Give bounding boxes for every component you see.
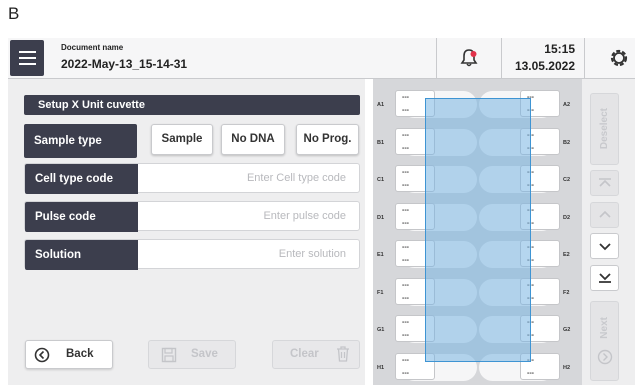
well-label-right: D2	[563, 214, 571, 221]
well-label-left: C1	[377, 177, 385, 183]
pulse-code-input[interactable]	[138, 202, 359, 230]
next-button[interactable]: Next	[590, 301, 619, 381]
solution-label: Solution	[25, 240, 138, 270]
pulse-code-label: Pulse code	[25, 202, 138, 232]
well-value: ---	[402, 257, 409, 264]
well-value: ---	[402, 169, 409, 176]
well-label-left: F1	[377, 289, 384, 296]
well-label-left: B1	[377, 139, 385, 146]
app-window: Document name 2022-May-13_15-14-31 15:15…	[8, 38, 635, 385]
clock-time: 15:15	[544, 42, 575, 56]
bell-icon[interactable]	[459, 48, 479, 68]
well-value: ---	[402, 244, 409, 251]
save-button[interactable]: Save	[148, 340, 236, 369]
chevron-down-bar-icon	[598, 273, 611, 283]
back-label: Back	[66, 348, 94, 360]
scroll-bottom-button[interactable]	[590, 265, 619, 291]
selection-highlight	[425, 98, 531, 362]
well-label-left: D1	[377, 214, 385, 221]
well-label-left: A1	[377, 102, 385, 108]
chevron-up-bar-icon	[598, 178, 611, 187]
menu-icon-line	[18, 51, 36, 53]
hamburger-menu-button[interactable]	[10, 40, 44, 76]
header-divider	[436, 38, 437, 79]
sample-option-button[interactable]: Sample	[151, 124, 213, 155]
well-value: ---	[527, 369, 534, 377]
scroll-up-button[interactable]	[590, 202, 619, 228]
no-dna-option-button[interactable]: No DNA	[221, 124, 285, 155]
plate-navigation: Deselect Next	[582, 79, 635, 385]
menu-icon-line	[18, 63, 36, 65]
well-value: ---	[402, 332, 409, 339]
panel-letter: B	[8, 4, 20, 23]
document-name: 2022-May-13_15-14-31	[61, 57, 188, 71]
scroll-top-button[interactable]	[590, 170, 619, 196]
cell-type-input[interactable]	[138, 164, 359, 192]
clear-button[interactable]: Clear	[272, 340, 360, 369]
header-divider	[501, 38, 502, 79]
trash-icon	[337, 346, 349, 362]
well-label-right: H2	[563, 364, 571, 371]
deselect-label: Deselect	[599, 108, 610, 150]
save-label: Save	[191, 348, 218, 360]
well-value: ---	[402, 356, 409, 364]
well-value: ---	[402, 131, 409, 139]
chevron-up-icon	[598, 210, 611, 218]
solution-input[interactable]	[138, 240, 359, 268]
form-title: Setup X Unit cuvette	[24, 95, 360, 115]
sample-type-row: Sample type Sample No DNA No Prog.	[24, 123, 360, 159]
solution-row: Solution	[24, 239, 360, 270]
next-label: Next	[599, 317, 610, 339]
well-label-right: A2	[563, 102, 571, 108]
back-button[interactable]: Back	[25, 340, 113, 369]
well-label-right: B2	[563, 139, 571, 146]
clear-label: Clear	[290, 348, 319, 360]
well-label-right: E2	[563, 252, 570, 258]
next-arrow-icon	[597, 349, 612, 365]
well-value: ---	[402, 144, 409, 152]
well-value: ---	[402, 319, 409, 326]
well-value: ---	[402, 369, 409, 377]
sample-type-label: Sample type	[24, 124, 137, 158]
cell-type-row: Cell type code	[24, 163, 360, 194]
well-label-left: G1	[377, 327, 385, 333]
deselect-button[interactable]: Deselect	[590, 93, 619, 165]
divider	[365, 79, 373, 385]
well-value: ---	[402, 206, 409, 214]
well-value: ---	[402, 281, 409, 289]
header-bar: Document name 2022-May-13_15-14-31 15:15…	[8, 38, 635, 79]
well-value: ---	[402, 219, 409, 227]
header-divider	[584, 38, 585, 79]
well-label-right: C2	[563, 177, 571, 183]
menu-icon-line	[18, 57, 36, 59]
cell-type-label: Cell type code	[25, 164, 138, 194]
well-value: ---	[402, 107, 409, 114]
pulse-code-row: Pulse code	[24, 201, 360, 232]
back-arrow-icon	[34, 347, 50, 363]
well-value: ---	[402, 94, 409, 101]
scroll-down-button[interactable]	[590, 233, 619, 259]
well-value: ---	[402, 294, 409, 302]
well-label-left: H1	[377, 364, 385, 371]
gear-icon[interactable]	[608, 47, 630, 69]
save-icon	[161, 347, 177, 363]
well-label-right: G2	[563, 327, 571, 333]
chevron-down-icon	[598, 243, 611, 251]
clock-date: 13.05.2022	[514, 59, 575, 73]
well-label-right: F2	[563, 289, 570, 296]
well-value: ---	[402, 182, 409, 189]
well-label-left: E1	[377, 252, 384, 258]
no-prog-option-button[interactable]: No Prog.	[296, 124, 359, 155]
cuvette-plate: A1 --- --- --- --- A2 B1 --- --- --- --- B2 C1 --- ---…	[373, 79, 582, 385]
document-name-label: Document name	[61, 43, 124, 52]
